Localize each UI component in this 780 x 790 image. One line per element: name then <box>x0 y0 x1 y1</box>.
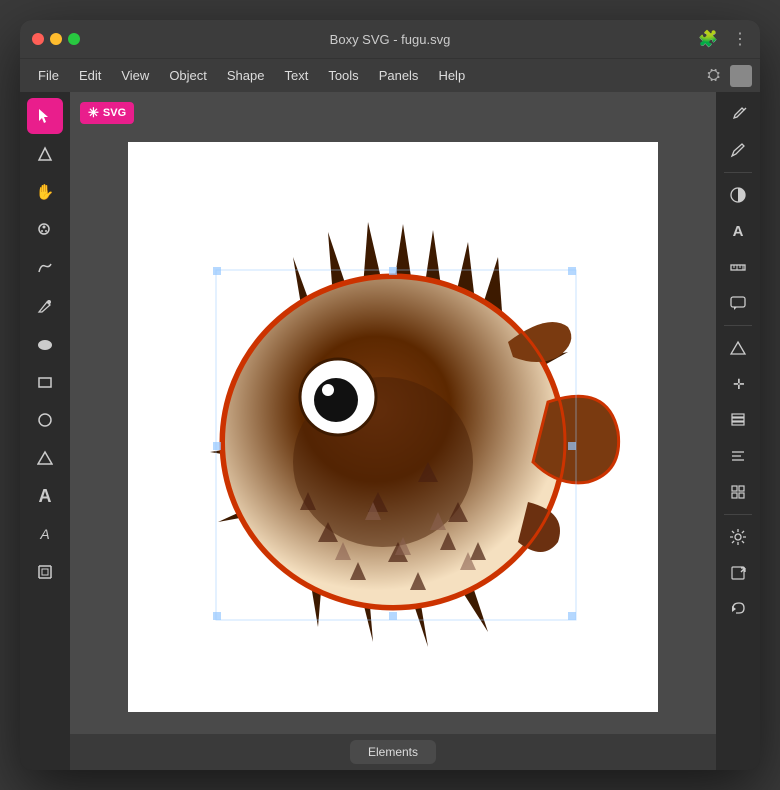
tool-triangle[interactable] <box>27 440 63 476</box>
rt-contrast[interactable] <box>722 179 754 211</box>
menu-help[interactable]: Help <box>428 64 475 87</box>
pufferfish-svg <box>128 142 658 712</box>
titlebar: Boxy SVG - fugu.svg 🧩 ⋮ <box>20 20 760 58</box>
maximize-button[interactable] <box>68 33 80 45</box>
menu-object[interactable]: Object <box>159 64 217 87</box>
right-toolbar: A ✛ <box>716 92 760 770</box>
svg-text:✛: ✛ <box>733 376 745 392</box>
rt-divider-2 <box>724 325 752 326</box>
tool-rect[interactable] <box>27 364 63 400</box>
more-icon[interactable]: ⋮ <box>732 29 748 49</box>
rt-divider-3 <box>724 514 752 515</box>
rt-divider-1 <box>724 172 752 173</box>
menu-shape[interactable]: Shape <box>217 64 275 87</box>
rt-eyedropper[interactable] <box>722 98 754 130</box>
left-toolbar: ✋ A A <box>20 92 70 770</box>
menubar-right: ⛭ <box>707 65 752 87</box>
menubar: File Edit View Object Shape Text Tools P… <box>20 58 760 92</box>
rt-pencil[interactable] <box>722 134 754 166</box>
rt-settings[interactable] <box>722 521 754 553</box>
menu-edit[interactable]: Edit <box>69 64 111 87</box>
svg-tag-label: SVG <box>103 107 126 119</box>
app-window: Boxy SVG - fugu.svg 🧩 ⋮ File Edit View O… <box>20 20 760 770</box>
rt-move[interactable]: ✛ <box>722 368 754 400</box>
canvas-white[interactable] <box>128 142 658 712</box>
color-swatch[interactable] <box>730 65 752 87</box>
tool-pen[interactable] <box>27 288 63 324</box>
rt-undo[interactable] <box>722 593 754 625</box>
svg-tag-star: ✳ <box>88 105 99 121</box>
elements-button[interactable]: Elements <box>350 740 436 764</box>
tool-text-small[interactable]: A <box>27 516 63 552</box>
menu-panels[interactable]: Panels <box>369 64 429 87</box>
svg-tag: ✳ SVG <box>80 102 134 124</box>
main-area: ✋ A A <box>20 92 760 770</box>
tool-node[interactable] <box>27 136 63 172</box>
rt-text[interactable]: A <box>722 215 754 247</box>
traffic-lights <box>32 33 80 45</box>
canvas-area: ✳ SVG <box>70 92 716 770</box>
minimize-button[interactable] <box>50 33 62 45</box>
menu-file[interactable]: File <box>28 64 69 87</box>
tool-freehand[interactable] <box>27 250 63 286</box>
tool-zoom-face[interactable] <box>27 212 63 248</box>
rt-export[interactable] <box>722 557 754 589</box>
rt-triangle[interactable] <box>722 332 754 364</box>
titlebar-actions: 🧩 ⋮ <box>698 29 748 49</box>
tool-frame[interactable] <box>27 554 63 590</box>
rt-comment[interactable] <box>722 287 754 319</box>
bottom-bar: Elements <box>70 734 716 770</box>
tool-select[interactable] <box>27 98 63 134</box>
tool-circle[interactable] <box>27 402 63 438</box>
rt-align[interactable] <box>722 440 754 472</box>
tool-pan[interactable]: ✋ <box>27 174 63 210</box>
menu-tools[interactable]: Tools <box>318 64 368 87</box>
tool-ellipse[interactable] <box>27 326 63 362</box>
rt-ruler[interactable] <box>722 251 754 283</box>
extensions-icon[interactable]: 🧩 <box>698 29 718 49</box>
menu-text[interactable]: Text <box>274 64 318 87</box>
rt-symbols[interactable] <box>722 476 754 508</box>
tool-text-large[interactable]: A <box>27 478 63 514</box>
rt-layers[interactable] <box>722 404 754 436</box>
adjust-icon[interactable]: ⛭ <box>707 67 720 85</box>
close-button[interactable] <box>32 33 44 45</box>
window-title: Boxy SVG - fugu.svg <box>330 32 451 47</box>
menu-view[interactable]: View <box>111 64 159 87</box>
